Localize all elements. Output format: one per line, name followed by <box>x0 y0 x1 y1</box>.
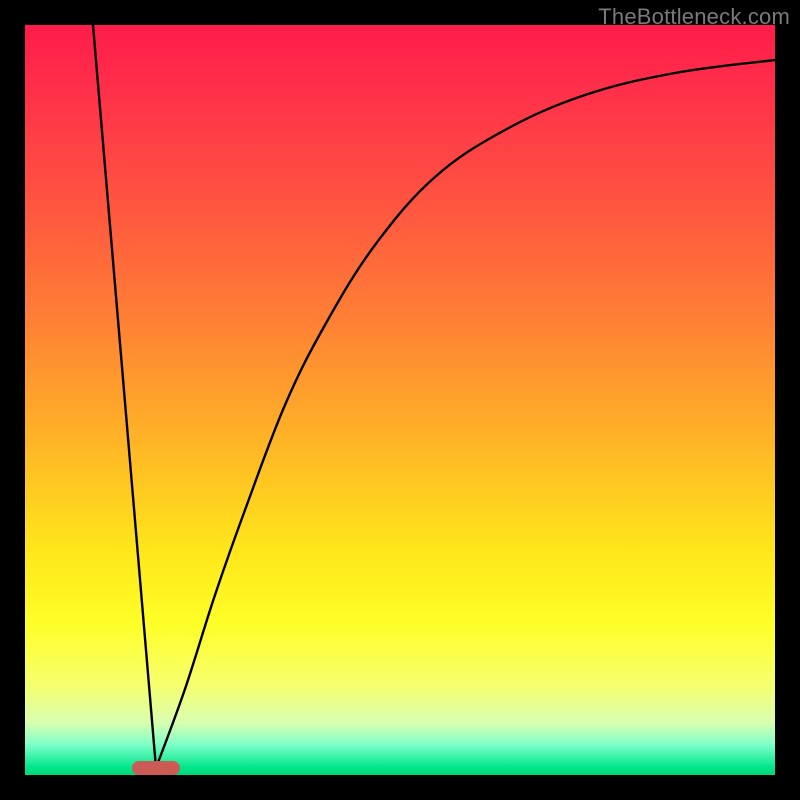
chart-frame: TheBottleneck.com <box>0 0 800 800</box>
minimum-marker <box>132 761 180 775</box>
watermark-text: TheBottleneck.com <box>598 4 790 30</box>
left-line <box>93 25 156 768</box>
right-curve <box>156 60 775 768</box>
curves-layer <box>25 25 775 775</box>
plot-area <box>25 25 775 775</box>
